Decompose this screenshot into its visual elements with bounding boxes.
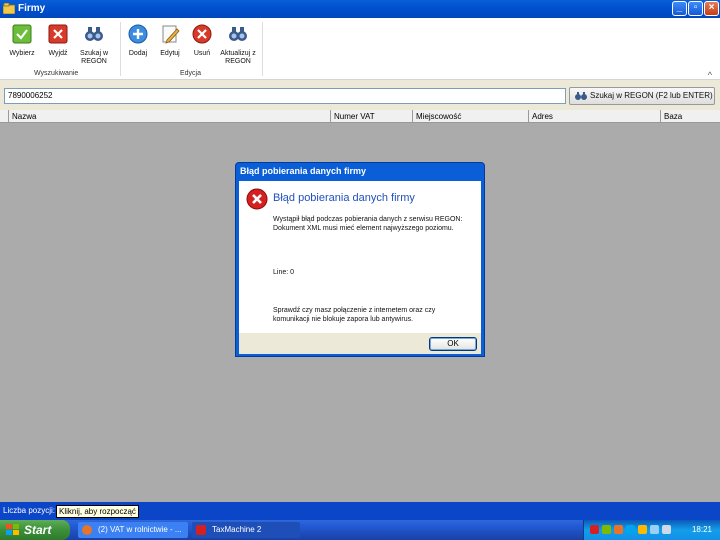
taxmachine-icon — [196, 525, 206, 535]
clock[interactable]: 18:21 — [692, 525, 712, 534]
task-label: (2) VAT w rolnictwie - ... — [98, 525, 182, 534]
search-regon-f2-button[interactable]: Szukaj w REGON (F2 lub ENTER) — [569, 87, 715, 105]
windows-logo-icon — [6, 524, 19, 535]
task-label: TaxMachine 2 — [212, 525, 262, 534]
item-count-label: Liczba pozycji: — [3, 506, 56, 515]
start-button[interactable]: Start — [0, 520, 70, 540]
antivirus-icon[interactable] — [590, 525, 599, 534]
column-header-city[interactable]: Miejscowość — [412, 110, 528, 123]
edit-button[interactable]: Edytuj — [157, 24, 183, 58]
ribbon-collapse-icon[interactable]: ^ — [708, 70, 712, 80]
ribbon: Wybierz Wyjdź Szukaj w REGON Wyszukiwani… — [0, 18, 720, 80]
delete-label: Usuń — [193, 50, 211, 57]
search-regon-button[interactable]: Szukaj w REGON — [77, 24, 111, 66]
update-regon-label: Aktualizuj z REGON — [220, 50, 256, 65]
system-tray: 18:21 — [583, 520, 720, 540]
dialog-title: Błąd pobierania danych firmy — [240, 166, 367, 176]
taskbar: Start (2) VAT w rolnictwie - ... TaxMach… — [0, 520, 720, 540]
dialog-message: Wystąpił błąd podczas pobierania danych … — [273, 216, 463, 232]
binoculars-icon — [575, 92, 587, 100]
column-header-vat[interactable]: Numer VAT — [330, 110, 412, 123]
network-icon[interactable] — [650, 525, 659, 534]
app-icon — [3, 3, 15, 14]
tray-icon[interactable] — [626, 525, 635, 534]
column-header-address[interactable]: Adres — [528, 110, 660, 123]
group-label-edit: Edycja — [180, 70, 202, 77]
grid-header: Nazwa Numer VAT Miejscowość Adres Baza — [0, 110, 720, 123]
error-dialog: Błąd pobierania danych firmy Błąd pobier… — [235, 162, 485, 357]
edit-label: Edytuj — [160, 50, 180, 57]
maximize-button[interactable]: ▫ — [688, 1, 703, 16]
volume-icon[interactable] — [662, 525, 671, 534]
exit-button[interactable]: Wyjdź — [45, 24, 71, 58]
tray-icon[interactable] — [602, 525, 611, 534]
minimize-button[interactable]: _ — [672, 1, 687, 16]
plus-icon — [128, 24, 148, 44]
group-separator — [262, 22, 263, 76]
start-tooltip: Kliknij, aby rozpocząć — [56, 505, 139, 518]
column-header-name[interactable]: Nazwa — [8, 110, 330, 123]
error-icon — [246, 188, 268, 210]
check-icon — [12, 24, 32, 44]
select-label: Wybierz — [9, 50, 35, 57]
taskbar-item-taxmachine[interactable]: TaxMachine 2 — [192, 522, 300, 538]
column-header-database[interactable]: Baza — [660, 110, 720, 123]
dialog-heading: Błąd pobierania danych firmy — [273, 192, 415, 204]
binoculars-icon — [229, 27, 247, 41]
tray-icon[interactable] — [614, 525, 623, 534]
close-button[interactable]: × — [704, 1, 719, 16]
window-title: Firmy — [18, 3, 46, 14]
select-button[interactable]: Wybierz — [7, 24, 37, 58]
dialog-footer: OK — [239, 333, 481, 354]
pencil-icon — [162, 25, 180, 44]
group-separator — [120, 22, 121, 76]
ok-button[interactable]: OK — [429, 337, 477, 351]
firefox-icon — [82, 525, 92, 535]
binoculars-icon — [85, 27, 103, 41]
dialog-body: Błąd pobierania danych firmy Wystąpił bł… — [239, 181, 481, 333]
delete-icon — [192, 24, 212, 44]
x-icon — [48, 24, 68, 44]
update-regon-button[interactable]: Aktualizuj z REGON — [219, 24, 257, 66]
delete-button[interactable]: Usuń — [190, 24, 214, 58]
start-label: Start — [24, 523, 52, 537]
exit-label: Wyjdź — [48, 50, 68, 57]
add-label: Dodaj — [128, 50, 148, 57]
window-title-bar: Firmy _ ▫ × — [0, 0, 720, 18]
taskbar-item-firefox[interactable]: (2) VAT w rolnictwie - ... — [78, 522, 188, 538]
tray-icon[interactable] — [638, 525, 647, 534]
add-button[interactable]: Dodaj — [126, 24, 150, 58]
search-regon-label: Szukaj w REGON — [79, 50, 108, 65]
dialog-hint: Sprawdź czy masz połączenie z internetem… — [273, 307, 436, 323]
dialog-line-info: Line: 0 — [273, 269, 295, 276]
search-input[interactable]: 7890006252 — [4, 88, 566, 104]
group-label-search: Wyszukiwanie — [34, 70, 79, 77]
search-button-label: Szukaj w REGON (F2 lub ENTER) — [590, 91, 713, 100]
